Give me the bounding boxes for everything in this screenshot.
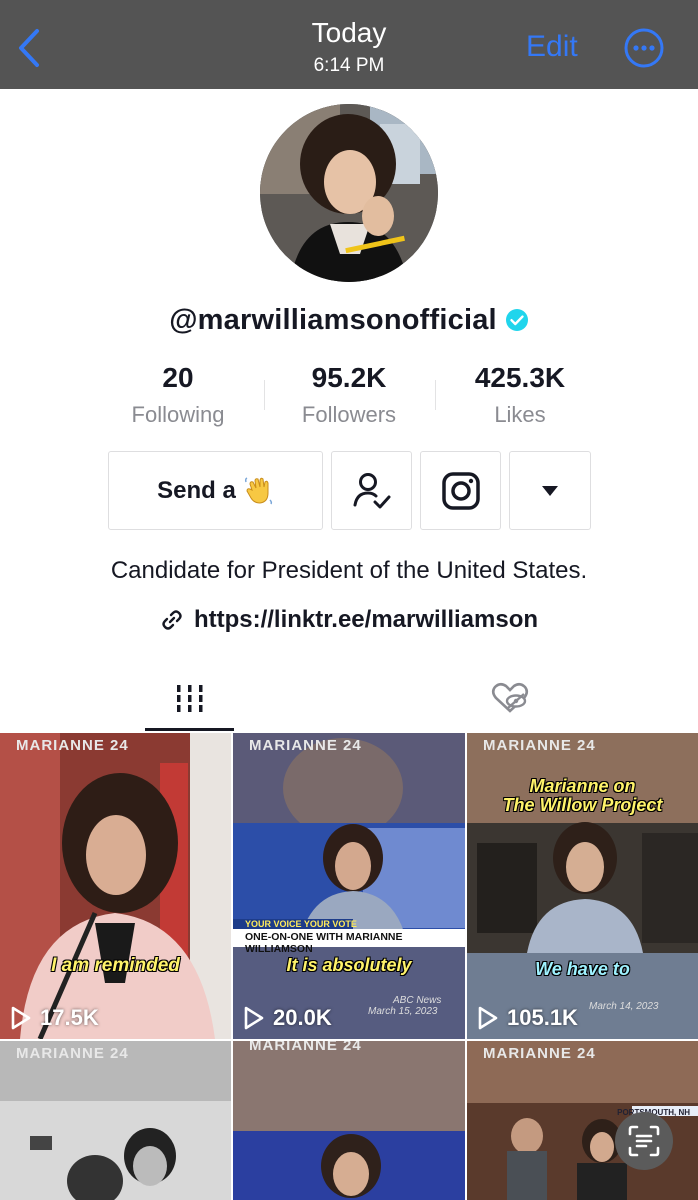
play-icon [478, 1006, 498, 1030]
video-view-count: 105.1K [507, 1005, 578, 1030]
video-caption: It is absolutely [286, 955, 412, 975]
instagram-button[interactable] [420, 451, 501, 530]
videos-grid-icon [176, 685, 202, 712]
link-icon [162, 610, 182, 630]
video-title-line1: Marianne on [529, 776, 636, 796]
video-brand-label: MARIANNE 24 [249, 1041, 362, 1054]
video-views: 17.5K [10, 1005, 99, 1031]
video-thumbnail-image [0, 733, 231, 1039]
video-date: March 15, 2023 [368, 1006, 438, 1017]
instagram-icon [441, 471, 480, 510]
more-icon [624, 28, 664, 68]
text-scan-icon [628, 1125, 660, 1157]
caret-down-icon [542, 485, 558, 496]
following-label: Following [131, 402, 225, 427]
live-text-scan-button[interactable] [615, 1112, 673, 1170]
video-thumbnail-image [0, 1041, 231, 1200]
video-banner-top: YOUR VOICE YOUR VOTE [245, 919, 357, 929]
video-thumbnail-image [233, 733, 465, 1039]
profile-link-text: https://linktr.ee/marwilliamson [193, 606, 539, 633]
profile-bio: Candidate for President of the United St… [110, 557, 588, 584]
video-brand-label: MARIANNE 24 [483, 737, 596, 754]
avatar-portrait-image [260, 104, 438, 282]
video-tile[interactable]: MARIANNE 24 [0, 1041, 231, 1200]
tab-videos[interactable] [73, 665, 306, 731]
video-brand-label: MARIANNE 24 [249, 737, 362, 754]
likes-label: Likes [494, 402, 546, 427]
likes-count: 425.3K [474, 362, 566, 393]
video-tile[interactable]: MARIANNE 24 Marianne on The Willow Proje… [467, 733, 698, 1039]
video-thumbnail-image [233, 1041, 465, 1200]
video-caption: I am reminded [51, 955, 180, 976]
header-title: Today [311, 17, 387, 48]
stat-following[interactable]: 20 Following [93, 362, 263, 428]
more-options-button[interactable] [624, 28, 664, 68]
send-wave-label: Send a [157, 476, 236, 504]
suggested-accounts-button[interactable] [509, 451, 591, 530]
video-source: ABC News [393, 995, 442, 1006]
video-caption: We have to [535, 959, 630, 979]
video-tile[interactable]: MARIANNE 24 I am reminded 17.5K [0, 733, 231, 1039]
top-bar: Today 6:14 PM Edit [0, 0, 698, 89]
video-banner-text: ONE-ON-ONE WITH MARIANNE WILLIAMSON [245, 931, 403, 955]
video-date: March 14, 2023 [589, 1001, 659, 1012]
video-view-count: 20.0K [273, 1005, 332, 1030]
send-wave-button[interactable]: Send a [108, 451, 323, 530]
stat-likes[interactable]: 425.3K Likes [435, 362, 605, 428]
video-brand-label: MARIANNE 24 [16, 737, 129, 754]
username: @marwilliamsonofficial [169, 303, 497, 336]
active-tab-indicator [145, 728, 234, 731]
video-brand-label: MARIANNE 24 [16, 1045, 129, 1062]
profile-avatar[interactable] [260, 104, 438, 282]
header-subtitle: 6:14 PM [313, 55, 385, 76]
video-title-line2: The Willow Project [502, 795, 663, 815]
tab-liked-videos[interactable] [393, 665, 626, 731]
edit-button[interactable]: Edit [526, 30, 578, 64]
video-brand-label: MARIANNE 24 [483, 1045, 596, 1062]
video-view-count: 17.5K [40, 1005, 99, 1030]
user-check-icon [353, 472, 390, 508]
play-icon [244, 1006, 264, 1030]
following-status-button[interactable] [331, 451, 412, 530]
video-tile[interactable]: MARIANNE 24 [233, 1041, 465, 1200]
video-tile[interactable]: MARIANNE 24 YOUR VOICE YOUR VOTE ONE-ON-… [233, 733, 465, 1039]
liked-videos-hidden-icon [491, 682, 528, 713]
stat-followers[interactable]: 95.2K Followers [264, 362, 434, 428]
following-count: 20 [162, 362, 194, 393]
followers-label: Followers [301, 402, 397, 427]
username-row: @marwilliamsonofficial [0, 300, 698, 340]
video-views: 20.0K [243, 1005, 332, 1031]
followers-count: 95.2K [311, 362, 387, 393]
profile-link[interactable]: https://linktr.ee/marwilliamson [0, 604, 698, 636]
video-views: 105.1K [477, 1005, 578, 1031]
play-icon [11, 1006, 31, 1030]
waving-hand-icon [244, 476, 272, 504]
verified-badge-icon [505, 309, 528, 331]
